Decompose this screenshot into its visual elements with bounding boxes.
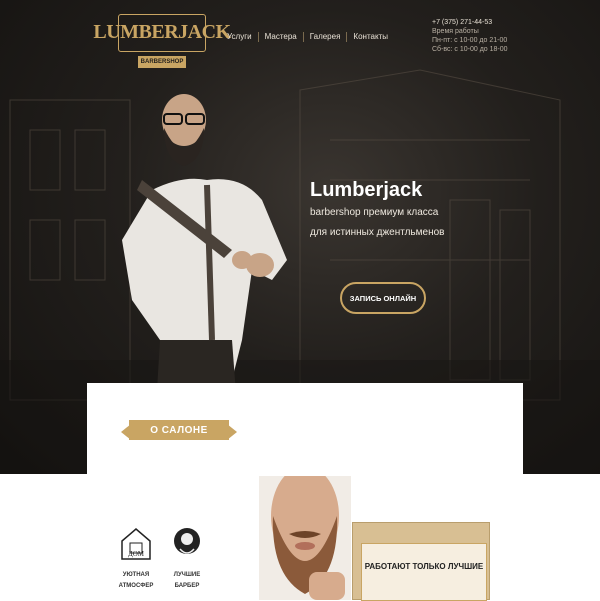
about-heading: О САЛОНЕ (121, 420, 237, 442)
feature-best: ЛУЧШИЕ БАРБЕР (167, 523, 207, 590)
nav-item-contacts[interactable]: Контакты (347, 32, 394, 42)
promo-text: РАБОТАЮТ ТОЛЬКО ЛУЧШИЕ (361, 543, 487, 601)
house-icon: ДОМ (121, 528, 151, 560)
hero-headline: Lumberjack barbershop премиум класса для… (310, 177, 444, 243)
feature-cozy-label-1: УЮТНАЯ (122, 572, 150, 578)
barber-badge-icon (174, 528, 200, 554)
svg-text:ДОМ: ДОМ (128, 550, 145, 558)
hours-weekend: Сб-вс: с 10-00 до 18-00 (432, 46, 508, 53)
hero-subtitle-2: для истинных джентльменов (310, 227, 445, 238)
main-nav: Услуги Мастера Галерея Контакты (221, 32, 394, 42)
feature-cozy: ДОМ УЮТНАЯ АТМОСФЕР (116, 523, 156, 590)
feature-cozy-label-2: АТМОСФЕР (118, 583, 154, 589)
promo-box: РАБОТАЮТ ТОЛЬКО ЛУЧШИЕ (352, 522, 490, 601)
nav-item-masters[interactable]: Мастера (259, 32, 304, 42)
feature-best-label-2: БАРБЕР (174, 583, 200, 589)
logo-ribbon: BARBERSHOP (138, 56, 186, 68)
feature-best-label-1: ЛУЧШИЕ (173, 572, 201, 578)
nav-item-gallery[interactable]: Галерея (304, 32, 348, 42)
top-bar: LUMBERJACK BARBERSHOP Услуги Мастера Гал… (0, 0, 600, 80)
lumberjack-logo[interactable]: LUMBERJACK BARBERSHOP (93, 10, 231, 70)
nav-item-services[interactable]: Услуги (221, 32, 259, 42)
logo-word: LUMBERJACK (93, 20, 231, 43)
hours-weekdays: Пн-пт: с 10-00 до 21-00 (432, 37, 508, 44)
book-online-button[interactable]: ЗАПИСЬ ОНЛАЙН (340, 282, 426, 314)
contact-block: +7 (375) 271-44-53 Время работы Пн-пт: с… (432, 18, 508, 54)
bearded-man-photo (259, 476, 351, 600)
phone-number[interactable]: +7 (375) 271-44-53 (432, 18, 508, 27)
hours-title: Время работы (432, 28, 479, 35)
hero-title: Lumberjack (310, 179, 423, 201)
about-heading-label: О САЛОНЕ (129, 420, 229, 440)
hero-subtitle-1: barbershop премиум класса (310, 207, 439, 218)
